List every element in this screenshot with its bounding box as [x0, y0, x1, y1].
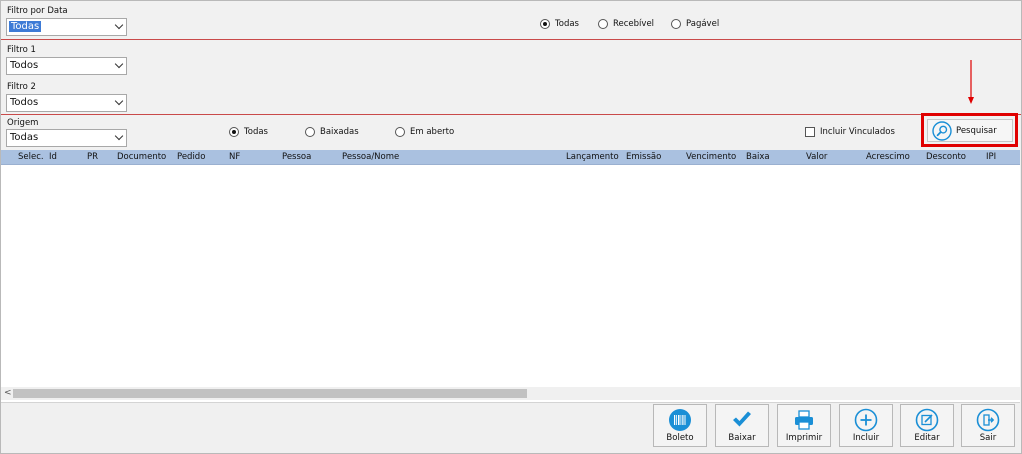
chevron-down-icon	[114, 59, 124, 69]
barcode-icon	[669, 409, 691, 431]
incluir-label: Incluir	[852, 433, 880, 443]
radio-dot-icon	[395, 127, 405, 137]
incluir-vinculados-checkbox[interactable]: Incluir Vinculados	[805, 127, 895, 137]
column-header[interactable]: Valor	[806, 152, 827, 162]
sair-button[interactable]: Sair	[961, 404, 1015, 447]
chevron-down-icon	[114, 96, 124, 106]
filtro2-label: Filtro 2	[7, 82, 36, 92]
boleto-button[interactable]: Boleto	[653, 404, 707, 447]
filtro2-select[interactable]: Todos	[6, 94, 127, 112]
radio-dot-icon	[540, 19, 550, 29]
column-header[interactable]: Lançamento	[566, 152, 619, 162]
incluir-button[interactable]: Incluir	[839, 404, 893, 447]
column-header[interactable]: Baixa	[746, 152, 770, 162]
column-header[interactable]: Pessoa	[282, 152, 311, 162]
scrollbar-thumb[interactable]	[13, 389, 527, 398]
radio-label: Baixadas	[320, 127, 359, 137]
column-header[interactable]: Pedido	[177, 152, 205, 162]
radio-dot-icon	[305, 127, 315, 137]
editar-label: Editar	[914, 433, 940, 443]
chevron-down-icon	[114, 131, 124, 141]
radio-tipo-recebivel[interactable]: Recebível	[598, 19, 654, 29]
results-grid[interactable]: Selec. Id PR Documento Pedido NF Pessoa …	[1, 150, 1020, 402]
filtro-data-label: Filtro por Data	[7, 6, 68, 16]
column-header[interactable]: PR	[87, 152, 98, 162]
origem-label: Origem	[7, 118, 39, 128]
radio-dot-icon	[671, 19, 681, 29]
column-header[interactable]: Desconto	[926, 152, 966, 162]
sair-label: Sair	[979, 433, 997, 443]
search-highlight-box	[921, 113, 1018, 147]
printer-icon	[795, 410, 813, 430]
radio-status-baixadas[interactable]: Baixadas	[305, 127, 359, 137]
filtro1-label: Filtro 1	[7, 45, 36, 55]
baixar-label: Baixar	[728, 433, 756, 443]
column-header[interactable]: Selec.	[18, 152, 44, 162]
plus-icon	[854, 408, 878, 432]
grid-header: Selec. Id PR Documento Pedido NF Pessoa …	[1, 150, 1020, 165]
checkbox-box-icon	[805, 127, 815, 137]
incluir-vinculados-label: Incluir Vinculados	[820, 127, 895, 137]
column-header[interactable]: Id	[49, 152, 57, 162]
radio-label: Todas	[244, 127, 268, 137]
radio-label: Todas	[555, 19, 579, 29]
column-header[interactable]: Pessoa/Nome	[342, 152, 399, 162]
editar-button[interactable]: Editar	[900, 404, 954, 447]
chevron-down-icon	[114, 20, 124, 30]
boleto-label: Boleto	[666, 433, 694, 443]
radio-label: Pagável	[686, 19, 720, 29]
column-header[interactable]: Acrescimo	[866, 152, 910, 162]
column-header[interactable]: Emissão	[626, 152, 661, 162]
radio-label: Em aberto	[410, 127, 455, 137]
section-divider	[1, 39, 1021, 40]
check-icon	[733, 411, 751, 427]
section-divider	[1, 114, 1021, 115]
arrow-down-icon	[968, 60, 974, 104]
filtro1-value: Todos	[10, 60, 39, 71]
column-header[interactable]: Documento	[117, 152, 166, 162]
radio-tipo-pagavel[interactable]: Pagável	[671, 19, 719, 29]
radio-dot-icon	[229, 127, 239, 137]
filtro2-value: Todos	[10, 97, 39, 108]
origem-select[interactable]: Todas	[6, 129, 127, 147]
column-header[interactable]: NF	[229, 152, 240, 162]
filtro1-select[interactable]: Todos	[6, 57, 127, 75]
origem-value: Todas	[10, 132, 39, 143]
column-header[interactable]: IPI	[986, 152, 996, 162]
edit-icon	[915, 408, 939, 432]
radio-tipo-todas[interactable]: Todas	[540, 19, 579, 29]
radio-status-em-aberto[interactable]: Em aberto	[395, 127, 454, 137]
filtro-data-select[interactable]: Todas	[6, 18, 127, 36]
scroll-left-icon[interactable]: <	[4, 387, 12, 400]
baixar-button[interactable]: Baixar	[715, 404, 769, 447]
radio-dot-icon	[598, 19, 608, 29]
filtro-data-value: Todas	[9, 21, 42, 32]
horizontal-scrollbar[interactable]: <	[1, 387, 1020, 400]
radio-label: Recebível	[613, 19, 655, 29]
exit-icon	[976, 408, 1000, 432]
column-header[interactable]: Vencimento	[686, 152, 736, 162]
radio-status-todas[interactable]: Todas	[229, 127, 268, 137]
imprimir-label: Imprimir	[785, 433, 823, 443]
imprimir-button[interactable]: Imprimir	[777, 404, 831, 447]
